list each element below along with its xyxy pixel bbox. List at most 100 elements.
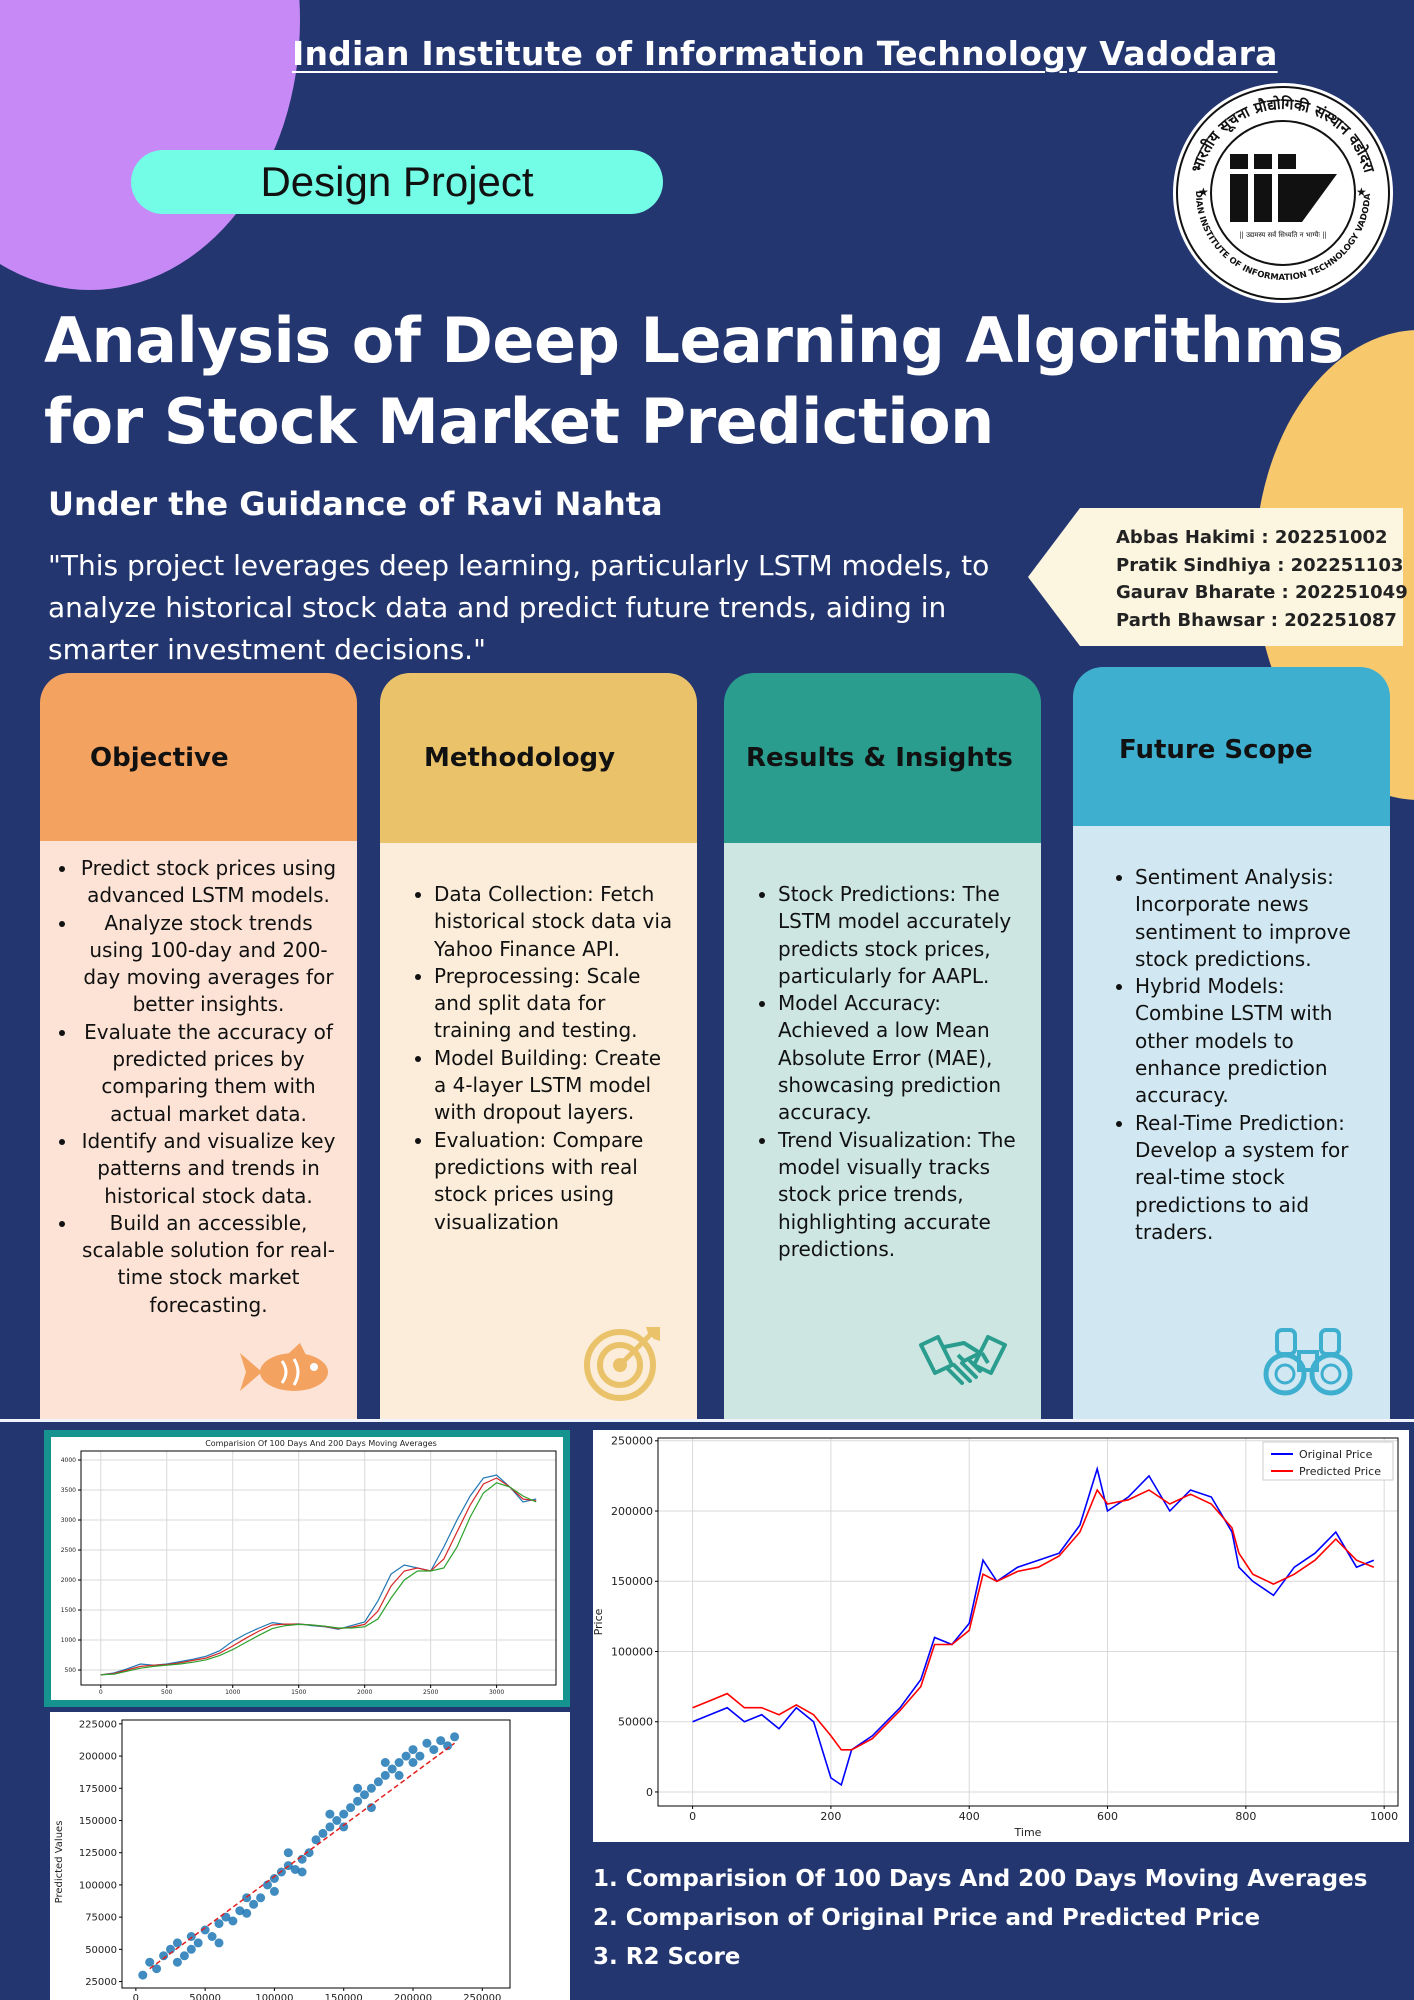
caption-2: 2. Comparison of Original Price and Pred… [593,1905,1261,1931]
objective-title: Objective [90,743,229,773]
x-tick-label: 1500 [291,1689,306,1696]
scatter-point [353,1783,363,1793]
scatter-point [214,1938,224,1948]
y-tick-label: 50000 [85,1945,117,1956]
title-line-1: Analysis of Deep Learning Algorithms [44,304,1344,377]
y-tick-label: 100000 [611,1645,653,1658]
design-project-badge: Design Project [131,150,663,214]
y-tick-label: 200000 [611,1505,653,1518]
plot-frame [80,1450,557,1686]
methodology-list: Data Collection: Fetch historical stock … [380,843,697,1236]
methodology-card-header: Methodology [380,673,697,843]
author-3: Gaurav Bharate : 202251049 [1116,582,1408,603]
caption-1: 1. Comparision Of 100 Days And 200 Days … [593,1866,1368,1892]
guidance-line: Under the Guidance of Ravi Nahta [48,485,663,523]
scatter-point [387,1764,397,1774]
svg-text:★: ★ [1198,185,1209,199]
handshake-icon [919,1335,1007,1385]
y-tick-label: 250000 [611,1435,653,1448]
future-card-header: Future Scope [1073,667,1390,826]
figure-captions: 1. Comparision Of 100 Days And 200 Days … [593,1860,1367,1977]
scatter-point [380,1770,390,1780]
scatter-point [429,1745,439,1755]
x-tick-label: 100000 [255,1993,293,2000]
y-tick-label: 1000 [61,1637,76,1644]
list-item: Preprocessing: Scale and split data for … [434,963,677,1045]
title-line-2: for Stock Market Prediction [44,385,994,458]
scatter-point [373,1777,383,1787]
y-tick-label: 0 [646,1786,653,1799]
y-tick-label: 3500 [61,1487,76,1494]
series-line-1 [692,1488,1375,1751]
scatter-point [325,1822,335,1832]
scatter-point [186,1944,196,1954]
scatter-point [172,1938,182,1948]
authors-panel: Abbas Hakimi : 202251002 Pratik Sindhiya… [1028,508,1408,646]
plot-frame [657,1437,1399,1807]
scatter-point [366,1783,376,1793]
future-card-body: Sentiment Analysis: Incorporate news sen… [1073,826,1390,1421]
methodology-card-body: Data Collection: Fetch historical stock … [380,843,697,1421]
y-tick-label: 3000 [61,1517,76,1524]
objective-card: Objective Predict stock prices using adv… [40,673,357,1421]
y-tick-label: 50000 [618,1716,653,1729]
scatter-point [249,1899,259,1909]
svg-text:★: ★ [1356,185,1367,199]
x-tick-label: 500 [161,1689,173,1696]
x-tick-label: 0 [133,1993,139,2000]
series-line-2 [100,1482,537,1676]
methodology-card: Methodology Data Collection: Fetch histo… [380,673,697,1421]
author-4: Parth Bhawsar : 202251087 [1116,609,1397,631]
plot-frame [121,1719,511,1989]
scatter-point [415,1751,425,1761]
author-2: Pratik Sindhiya : 202251103 [1116,554,1404,576]
scatter-point [242,1908,252,1918]
logo-motto: || उद्यमस्य सर्वं सिध्यति न भाग्यैः || [1239,230,1327,239]
x-axis-label: Time [1014,1826,1042,1839]
y-axis-label: Price [593,1608,605,1635]
original-vs-predicted-figure: 0 200 400 600 800 1000 0 50000 100000 150000 20000… [592,1430,1409,1842]
scatter-point [339,1809,349,1819]
scatter-point [353,1796,363,1806]
poster-title: Analysis of Deep Learning Algorithms for… [44,300,1374,462]
list-item: Evaluate the accuracy of predicted price… [78,1019,339,1128]
author-1: Abbas Hakimi : 202251002 [1116,527,1388,548]
list-item: Stock Predictions: The LSTM model accura… [778,881,1023,990]
list-item: Data Collection: Fetch historical stock … [434,881,677,963]
original-vs-predicted-chart: 0 200 400 600 800 1000 0 50000 100000 150000 20000… [592,1435,1399,1839]
caption-3: 3. R2 Score [593,1944,741,1970]
binoculars-icon [1263,1328,1353,1396]
list-item: Build an accessible, scalable solution f… [78,1210,339,1319]
scatter-point [422,1738,432,1748]
scatter-point [172,1957,182,1967]
poster: Indian Institute of Information Technolo… [0,0,1414,2000]
legend-label-0: Original Price [1299,1448,1373,1461]
future-list: Sentiment Analysis: Incorporate news sen… [1073,826,1390,1246]
future-title: Future Scope [1119,735,1313,765]
x-tick-label: 600 [1097,1810,1118,1823]
y-tick-label: 200000 [79,1752,117,1763]
iiitv-logo: भारतीय सूचना प्रौद्योगिकी संस्थान वडोदरा… [1172,82,1393,303]
scatter-point [401,1751,411,1761]
list-item: Hybrid Models: Combine LSTM with other m… [1135,973,1372,1109]
target-icon [584,1327,660,1401]
x-tick-label: 800 [1235,1810,1256,1823]
x-tick-label: 200 [820,1810,841,1823]
list-item: Trend Visualization: The model visually … [778,1127,1023,1263]
y-tick-label: 150000 [611,1575,653,1588]
y-tick-label: 100000 [79,1880,117,1891]
y-tick-label: 225000 [79,1719,117,1730]
x-tick-label: 0 [689,1810,696,1823]
list-item: Analyze stock trends using 100-day and 2… [78,910,339,1019]
x-tick-label: 2500 [423,1689,438,1696]
decorative-purple-circle [0,0,300,290]
x-tick-label: 400 [959,1810,980,1823]
x-tick-label: 0 [99,1689,103,1696]
series-line-1 [100,1477,537,1676]
y-tick-label: 125000 [79,1848,117,1859]
scatter-point [450,1732,460,1742]
y-tick-label: 75000 [85,1913,117,1924]
x-tick-label: 250000 [463,1993,501,2000]
scatter-point [325,1809,335,1819]
list-item: Model Accuracy: Achieved a low Mean Abso… [778,990,1023,1126]
